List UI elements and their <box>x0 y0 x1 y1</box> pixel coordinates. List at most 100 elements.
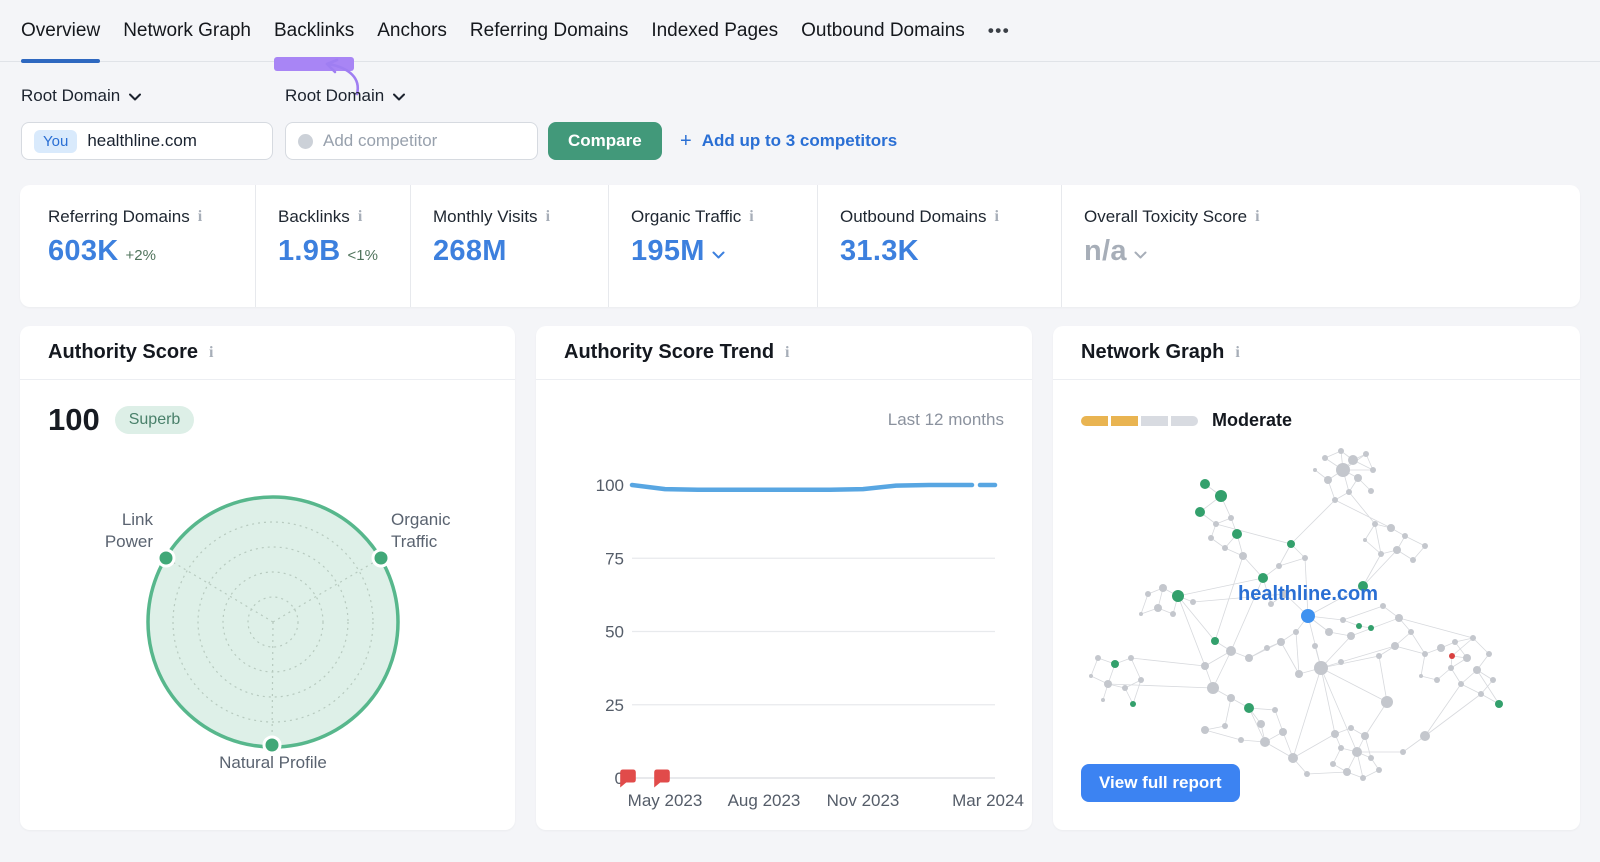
scope-label-text: Root Domain <box>21 86 121 105</box>
scope-label-text: Root Domain <box>285 86 385 105</box>
authority-score-trend-card: Authority Score Trend i Last 12 months 1… <box>536 326 1032 830</box>
active-tab-underline <box>21 59 101 63</box>
card-title: Network Graph <box>1081 341 1225 363</box>
metric-toxicity-score: Overall Toxicity Score i n/a <box>1061 185 1580 307</box>
metric-outbound-domains: Outbound Domains i 31.3K <box>817 185 1061 307</box>
chevron-down-icon <box>393 93 406 101</box>
svg-text:Aug 2023: Aug 2023 <box>728 791 801 810</box>
authority-score-card: Authority Score i 100 Superb Link Power Or… <box>20 326 515 830</box>
you-badge: You <box>34 129 78 153</box>
summary-metrics-bar: Referring Domains i 603K +2% Backlinks i… <box>20 185 1580 307</box>
metric-monthly-visits: Monthly Visits i 268M <box>410 185 608 307</box>
metric-label: Overall Toxicity Score <box>1084 207 1248 226</box>
tab-backlinks[interactable]: Backlinks <box>273 0 359 96</box>
competitor-scope-dropdown[interactable]: Root Domain <box>285 86 406 106</box>
meter-segment-filled <box>1111 415 1138 426</box>
organic-traffic-dropdown[interactable]: 195M <box>631 235 817 268</box>
metric-label: Monthly Visits <box>433 207 538 226</box>
metric-value: 195M <box>631 235 705 267</box>
network-risk-level-label: Moderate <box>1212 410 1293 430</box>
tab-label: Anchors <box>377 20 447 41</box>
info-icon[interactable]: i <box>1255 209 1259 225</box>
tab-label: Overview <box>21 20 101 41</box>
tab-label: Outbound Domains <box>801 20 965 41</box>
metric-delta: +2% <box>125 247 156 264</box>
svg-text:Nov 2023: Nov 2023 <box>827 791 900 810</box>
tab-anchors[interactable]: Anchors <box>377 0 447 62</box>
network-risk-meter <box>1081 415 1198 426</box>
info-icon[interactable]: i <box>546 209 550 225</box>
backlink-network-graph: healthline.com <box>1089 448 1503 781</box>
info-icon[interactable]: i <box>1235 344 1239 361</box>
svg-text:Natural Profile: Natural Profile <box>219 753 327 772</box>
metric-referring-domains: Referring Domains i 603K +2% <box>20 185 255 307</box>
card-title: Authority Score Trend <box>564 341 775 363</box>
authority-score-trend-chart: 1007550250May 2023 Aug 2023 Nov 2023 Mar 20… <box>596 476 1024 810</box>
chevron-down-icon <box>1134 251 1147 258</box>
metric-value: 268M <box>433 235 507 267</box>
domain-inputs-row: You healthline.com Add competitor Compar… <box>0 122 1600 162</box>
report-tabs-nav: Overview Network Graph Backlinks Anchors… <box>0 0 1600 96</box>
tab-outbound-domains[interactable]: Outbound Domains <box>801 0 965 62</box>
tab-referring-domains[interactable]: Referring Domains <box>470 0 628 62</box>
competitor-input-placeholder: Add competitor <box>323 131 438 150</box>
svg-text:Link: Link <box>122 510 154 529</box>
svg-text:100: 100 <box>596 476 624 495</box>
view-full-report-button[interactable]: View full report <box>1081 764 1240 802</box>
tab-indexed-pages[interactable]: Indexed Pages <box>651 0 778 62</box>
competitor-favicon-placeholder-icon <box>298 133 313 149</box>
add-competitors-label: Add up to 3 competitors <box>701 131 898 150</box>
metric-backlinks: Backlinks i 1.9B <1% <box>255 185 410 307</box>
more-tabs-button[interactable]: ••• <box>988 0 1010 62</box>
info-icon[interactable]: i <box>358 209 362 225</box>
svg-text:Organic: Organic <box>391 510 451 529</box>
svg-text:Mar 2024: Mar 2024 <box>952 791 1024 810</box>
target-domain-input[interactable]: You healthline.com <box>21 122 273 160</box>
tab-label: Network Graph <box>123 20 251 41</box>
svg-text:25: 25 <box>605 696 624 715</box>
metric-label: Referring Domains <box>48 207 190 226</box>
target-scope-dropdown[interactable]: Root Domain <box>21 86 142 106</box>
chevron-down-icon <box>129 93 142 101</box>
tab-network-graph[interactable]: Network Graph <box>123 0 251 62</box>
tab-label: Backlinks <box>273 20 355 41</box>
authority-score-badge: Superb <box>114 406 195 434</box>
chevron-down-icon <box>712 251 725 258</box>
svg-text:50: 50 <box>605 623 624 642</box>
metric-value: 1.9B <box>278 235 341 267</box>
metric-label: Outbound Domains <box>840 207 987 226</box>
authority-score-radar-chart: Link Power Organic Traffic Natural Profile <box>105 495 451 772</box>
metric-value: n/a <box>1084 235 1127 267</box>
info-icon[interactable]: i <box>209 344 213 361</box>
meter-segment-filled <box>1081 415 1108 426</box>
target-domain-value: healthline.com <box>87 131 197 150</box>
meter-segment-empty <box>1171 415 1198 426</box>
svg-text:healthline.com: healthline.com <box>1238 583 1378 605</box>
tab-label: Indexed Pages <box>651 20 779 41</box>
metric-organic-traffic: Organic Traffic i 195M <box>608 185 817 307</box>
card-title: Authority Score <box>48 341 199 363</box>
metric-label: Backlinks <box>278 207 350 226</box>
toxicity-score-dropdown[interactable]: n/a <box>1084 235 1580 268</box>
authority-score-value: 100 <box>48 402 100 437</box>
svg-text:75: 75 <box>605 549 624 568</box>
info-icon[interactable]: i <box>785 344 789 361</box>
info-icon[interactable]: i <box>994 209 998 225</box>
compare-button[interactable]: Compare <box>548 122 662 160</box>
metric-delta: <1% <box>347 247 378 264</box>
add-competitor-input[interactable]: Add competitor <box>285 122 538 160</box>
network-graph-card: Network Graph i Moderate healthline.com … <box>1053 326 1580 830</box>
tab-overview[interactable]: Overview <box>21 0 101 63</box>
svg-text:Power: Power <box>105 532 154 551</box>
backlink-analytics-page: Overview Network Graph Backlinks Anchors… <box>0 0 1600 862</box>
metric-label: Organic Traffic <box>631 207 742 226</box>
svg-text:May 2023: May 2023 <box>628 791 703 810</box>
plus-icon: + <box>680 129 692 152</box>
add-competitors-link[interactable]: + Add up to 3 competitors <box>680 122 897 160</box>
info-icon[interactable]: i <box>198 209 202 225</box>
info-icon[interactable]: i <box>749 209 753 225</box>
metric-value: 603K <box>48 235 119 267</box>
tab-label: Referring Domains <box>469 20 629 41</box>
metric-value: 31.3K <box>840 235 919 267</box>
meter-segment-empty <box>1141 415 1168 426</box>
